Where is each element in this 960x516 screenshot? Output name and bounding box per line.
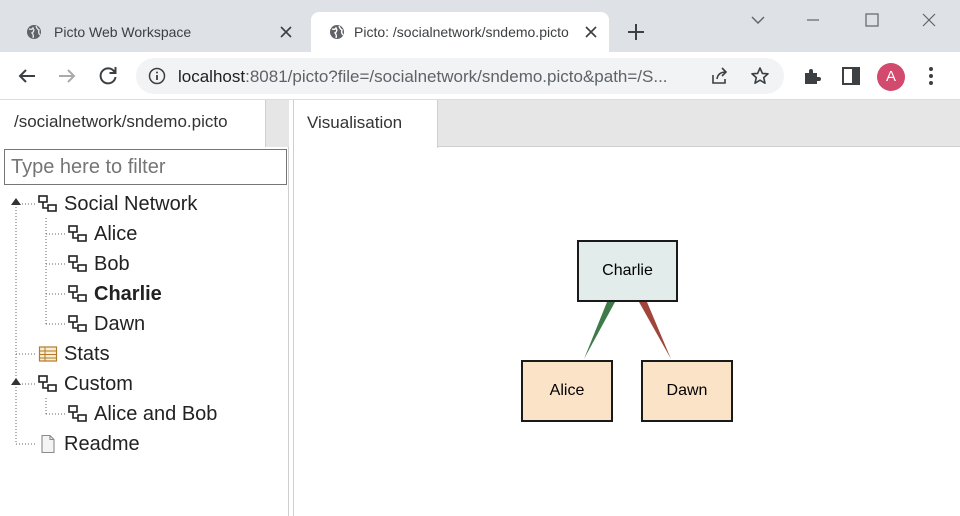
diagram-icon bbox=[38, 195, 57, 212]
extensions-icon[interactable] bbox=[800, 64, 824, 88]
tree-item-social-network[interactable]: Social Network bbox=[38, 189, 197, 219]
tab-search-icon[interactable] bbox=[748, 10, 768, 30]
globe-icon bbox=[330, 25, 344, 39]
tree-item-dawn[interactable]: Dawn bbox=[68, 309, 145, 339]
tree-item-label: Dawn bbox=[94, 312, 146, 335]
url-host: localhost bbox=[178, 67, 246, 86]
edge-charlie-dawn bbox=[639, 302, 671, 359]
browser-tab-workspace[interactable]: Picto Web Workspace bbox=[8, 12, 304, 52]
file-tree-panel: /socialnetwork/sndemo.picto Social Netwo… bbox=[0, 100, 289, 516]
tree-item-label: Charlie bbox=[94, 282, 162, 305]
tree-item-label: Bob bbox=[94, 252, 130, 275]
diagram-icon bbox=[68, 315, 87, 332]
tree-item-custom[interactable]: Custom bbox=[38, 369, 133, 399]
tree-item-label: Alice bbox=[94, 222, 138, 245]
tab-file[interactable]: /socialnetwork/sndemo.picto bbox=[0, 100, 266, 147]
table-icon bbox=[38, 346, 58, 362]
filter-input[interactable] bbox=[4, 149, 287, 185]
new-tab-icon[interactable] bbox=[624, 20, 648, 44]
node-label: Alice bbox=[549, 382, 585, 399]
address-bar[interactable]: localhost:8081/picto?file=/socialnetwork… bbox=[136, 58, 784, 94]
tree-item-label: Stats bbox=[64, 342, 110, 365]
tree-item-label: Alice and Bob bbox=[94, 402, 218, 425]
tree-item-label: Social Network bbox=[64, 192, 198, 215]
document-icon bbox=[41, 434, 55, 454]
graph-node-charlie[interactable]: Charlie bbox=[577, 240, 678, 302]
diagram-icon bbox=[68, 285, 87, 302]
browser-tab-picto[interactable]: Picto: /socialnetwork/sndemo.picto bbox=[311, 12, 609, 52]
tab-visualisation[interactable]: Visualisation bbox=[294, 100, 438, 148]
back-icon[interactable] bbox=[15, 64, 39, 88]
globe-icon bbox=[27, 25, 41, 39]
minimize-icon[interactable] bbox=[803, 10, 823, 30]
profile-avatar[interactable]: A bbox=[877, 63, 905, 91]
diagram-icon bbox=[68, 255, 87, 272]
tree-item-stats[interactable]: Stats bbox=[38, 339, 110, 369]
tree-item-bob[interactable]: Bob bbox=[68, 249, 130, 279]
diagram-icon bbox=[38, 375, 57, 392]
site-info-icon[interactable] bbox=[148, 67, 166, 85]
menu-kebab-icon[interactable] bbox=[919, 64, 943, 88]
left-tabbar: /socialnetwork/sndemo.picto bbox=[0, 100, 289, 147]
browser-tabstrip: Picto Web Workspace Picto: /socialnetwor… bbox=[0, 0, 960, 52]
browser-toolbar: localhost:8081/picto?file=/socialnetwork… bbox=[0, 52, 960, 100]
graph-node-alice[interactable]: Alice bbox=[521, 360, 613, 422]
share-icon[interactable] bbox=[710, 66, 730, 86]
tab-title: Picto: /socialnetwork/sndemo.picto bbox=[354, 24, 569, 40]
forward-icon[interactable] bbox=[55, 64, 79, 88]
graph-node-dawn[interactable]: Dawn bbox=[641, 360, 733, 422]
right-tabbar: Visualisation bbox=[294, 100, 960, 148]
graph-edges bbox=[584, 302, 671, 359]
graph-canvas: Charlie Alice Dawn bbox=[294, 147, 960, 516]
url-path: :8081/picto?file=/socialnetwork/sndemo.p… bbox=[245, 67, 668, 86]
tree-item-label: Readme bbox=[64, 432, 140, 455]
tree-item-alice-and-bob[interactable]: Alice and Bob bbox=[68, 399, 217, 429]
tree-item-alice[interactable]: Alice bbox=[68, 219, 137, 249]
diagram-icon bbox=[68, 405, 87, 422]
side-panel-icon[interactable] bbox=[839, 64, 863, 88]
bookmark-star-icon[interactable] bbox=[750, 66, 770, 86]
tree-item-charlie[interactable]: Charlie bbox=[68, 279, 162, 309]
diagram-icon bbox=[68, 225, 87, 242]
close-icon[interactable] bbox=[583, 24, 599, 40]
tab-title: Picto Web Workspace bbox=[54, 24, 192, 40]
node-label: Charlie bbox=[602, 262, 653, 279]
maximize-icon[interactable] bbox=[862, 10, 882, 30]
reload-icon[interactable] bbox=[96, 64, 120, 88]
close-window-icon[interactable] bbox=[919, 10, 939, 30]
tree-item-label: Custom bbox=[64, 372, 133, 395]
edge-charlie-alice bbox=[584, 302, 615, 359]
node-label: Dawn bbox=[666, 382, 708, 399]
close-icon[interactable] bbox=[278, 24, 294, 40]
url-text[interactable]: localhost:8081/picto?file=/socialnetwork… bbox=[178, 67, 698, 87]
visualisation-panel: Visualisation Charlie Alice Dawn bbox=[293, 100, 960, 516]
tree-item-readme[interactable]: Readme bbox=[38, 429, 140, 459]
